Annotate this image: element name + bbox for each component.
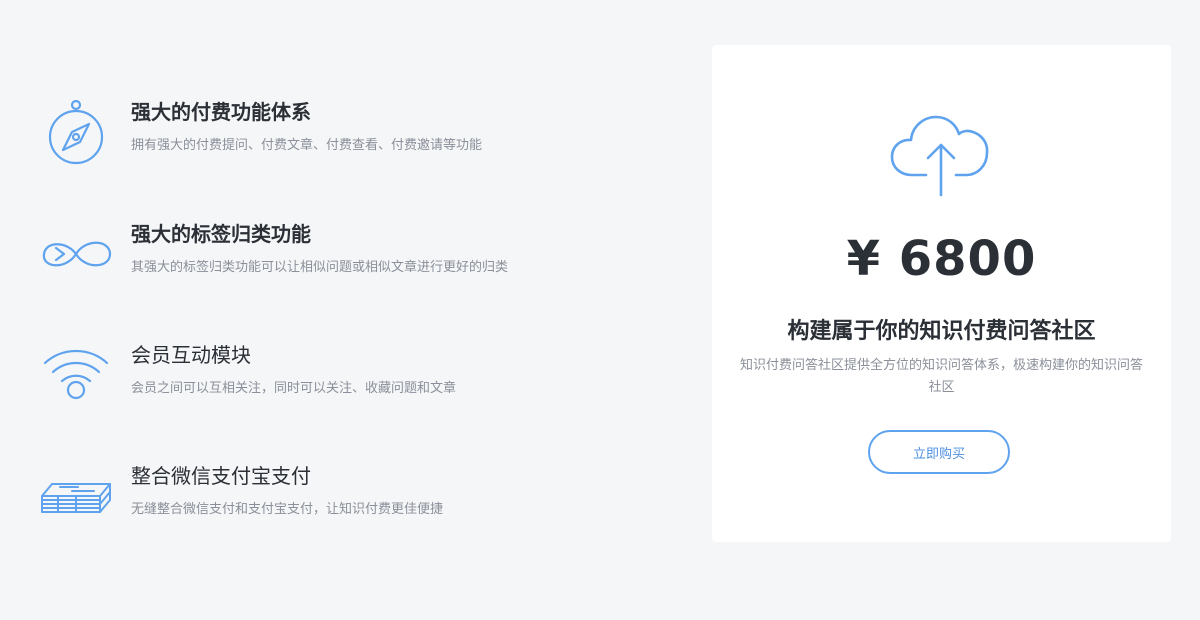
pricing-card: ¥ 6800 构建属于你的知识付费问答社区 知识付费问答社区提供全方位的知识问答… (712, 45, 1171, 542)
compass-icon (38, 96, 114, 172)
infinity-icon (38, 218, 114, 294)
feature-payment-integration: 整合微信支付宝支付 无缝整合微信支付和支付宝支付，让知识付费更佳便捷 (0, 460, 700, 560)
cloud-upload-icon (890, 113, 994, 197)
pricing-description: 知识付费问答社区提供全方位的知识问答体系，极速构建你的知识问答社区 (739, 358, 1143, 395)
pricing-headline: 构建属于你的知识付费问答社区 (787, 319, 1096, 344)
feature-list: 强大的付费功能体系 拥有强大的付费提问、付费文章、付费查看、付费邀请等功能 强大… (0, 0, 700, 620)
feature-paid-system: 强大的付费功能体系 拥有强大的付费提问、付费文章、付费查看、付费邀请等功能 (0, 96, 700, 196)
page: 强大的付费功能体系 拥有强大的付费提问、付费文章、付费查看、付费邀请等功能 强大… (0, 0, 1200, 620)
price: ¥ 6800 (846, 231, 1037, 287)
feature-description: 会员之间可以互相关注，同时可以关注、收藏问题和文章 (131, 381, 457, 396)
feature-title: 强大的标签归类功能 (131, 222, 311, 246)
money-stack-icon (38, 460, 114, 536)
feature-title: 强大的付费功能体系 (131, 100, 311, 124)
feature-title: 会员互动模块 (131, 343, 251, 367)
feature-description: 其强大的标签归类功能可以让相似问题或相似文章进行更好的归类 (131, 260, 509, 275)
wifi-icon (38, 339, 114, 415)
feature-description: 拥有强大的付费提问、付费文章、付费查看、付费邀请等功能 (131, 138, 483, 153)
feature-member-interaction: 会员互动模块 会员之间可以互相关注，同时可以关注、收藏问题和文章 (0, 339, 700, 439)
feature-description: 无缝整合微信支付和支付宝支付，让知识付费更佳便捷 (131, 502, 444, 517)
buy-now-button[interactable]: 立即购买 (868, 430, 1010, 474)
feature-tag-classification: 强大的标签归类功能 其强大的标签归类功能可以让相似问题或相似文章进行更好的归类 (0, 218, 700, 318)
feature-title: 整合微信支付宝支付 (131, 464, 311, 488)
